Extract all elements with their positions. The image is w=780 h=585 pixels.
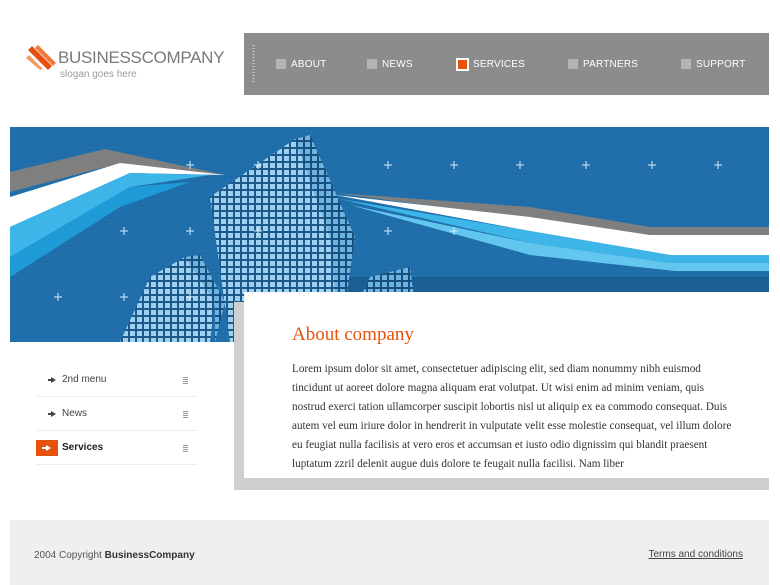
nav-item-label: SUPPORT xyxy=(696,58,746,70)
sidebar-item-services[interactable]: Services xyxy=(36,431,197,465)
sidebar-item-label: News xyxy=(62,408,88,419)
sidebar-item-news[interactable]: News xyxy=(36,397,197,431)
nav-item-label: NEWS xyxy=(382,58,413,70)
body-text: Lorem ipsum dolor sit amet, consectetuer… xyxy=(292,363,732,470)
active-arrow-icon xyxy=(36,440,58,456)
nav-active-square-icon xyxy=(456,57,469,71)
logo[interactable]: BUSINESSCOMPANY slogan goes here xyxy=(24,42,224,86)
logo-name: BUSINESSCOMPANY xyxy=(58,48,225,67)
copyright-prefix: 2004 Copyright xyxy=(34,550,102,561)
sidebar-item-label: Services xyxy=(62,442,104,453)
nav-item-news[interactable]: NEWS xyxy=(367,56,413,72)
nav-square-icon xyxy=(276,59,286,69)
content-panel: About company Lorem ipsum dolor sit amet… xyxy=(244,292,769,478)
grip-icon xyxy=(183,411,188,418)
page-title: About company xyxy=(292,324,414,345)
copyright: 2004 Copyright BusinessCompany xyxy=(34,550,195,561)
nav-item-support[interactable]: SUPPORT xyxy=(681,56,746,72)
nav-item-label: SERVICES xyxy=(473,58,525,70)
nav-item-about[interactable]: ABOUT xyxy=(276,56,326,72)
copyright-company: BusinessCompany xyxy=(104,550,195,561)
nav-item-partners[interactable]: PARTNERS xyxy=(568,56,638,72)
sidebar-menu: 2nd menu News Services xyxy=(36,363,197,465)
footer: 2004 Copyright BusinessCompany Terms and… xyxy=(10,520,769,585)
top-navigation: ABOUT NEWS SERVICES PARTNERS SUPPORT xyxy=(244,33,769,95)
arrow-right-icon xyxy=(48,377,56,383)
grip-icon xyxy=(183,377,188,384)
sidebar-item-2nd-menu[interactable]: 2nd menu xyxy=(36,363,197,397)
sidebar-item-label: 2nd menu xyxy=(62,374,107,385)
arrow-right-icon xyxy=(48,411,56,417)
nav-item-label: ABOUT xyxy=(291,58,327,70)
terms-link[interactable]: Terms and conditions xyxy=(649,549,744,560)
nav-square-icon xyxy=(568,59,578,69)
logo-stripes-icon xyxy=(26,45,56,70)
nav-item-services[interactable]: SERVICES xyxy=(456,56,525,72)
nav-item-label: PARTNERS xyxy=(583,58,639,70)
logo-slogan: slogan goes here xyxy=(60,69,137,80)
nav-square-icon xyxy=(367,59,377,69)
nav-square-icon xyxy=(681,59,691,69)
grip-icon xyxy=(183,445,188,452)
nav-grip-icon xyxy=(252,45,255,83)
